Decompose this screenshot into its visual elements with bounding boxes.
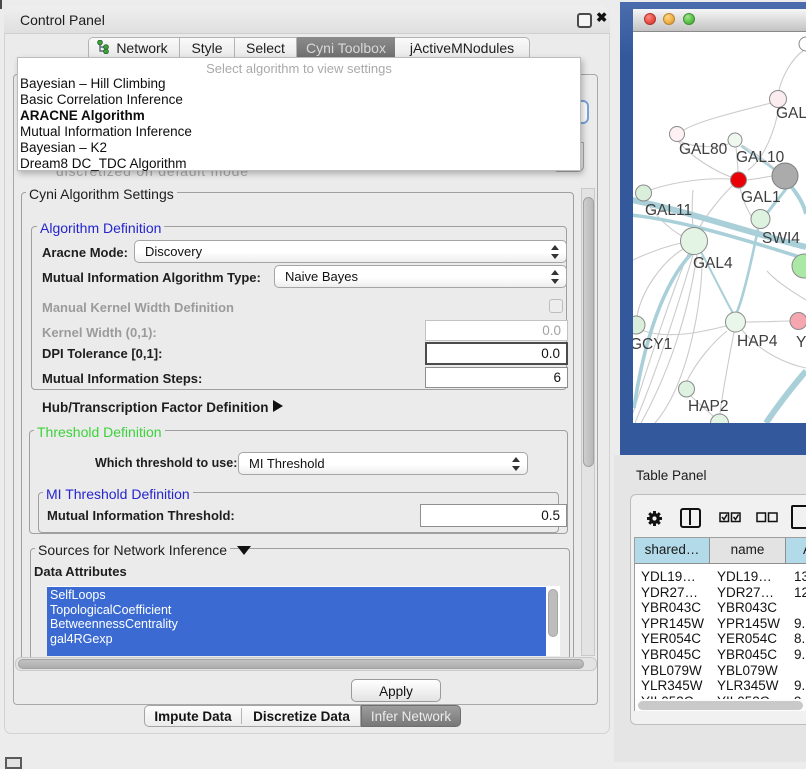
svg-text:HAP2: HAP2 <box>688 398 729 415</box>
svg-text:GAL1: GAL1 <box>741 189 781 206</box>
svg-text:SWI4: SWI4 <box>762 230 800 247</box>
svg-text:GCY1: GCY1 <box>633 336 672 353</box>
svg-text:HAP4: HAP4 <box>737 333 778 350</box>
svg-text:GAL4: GAL4 <box>693 255 733 272</box>
svg-text:GAL7: GAL7 <box>776 105 806 122</box>
svg-text:GAL11: GAL11 <box>645 202 692 219</box>
svg-text:Y: Y <box>796 334 806 351</box>
svg-text:GAL10: GAL10 <box>736 149 785 166</box>
svg-text:GAL80: GAL80 <box>679 141 728 158</box>
